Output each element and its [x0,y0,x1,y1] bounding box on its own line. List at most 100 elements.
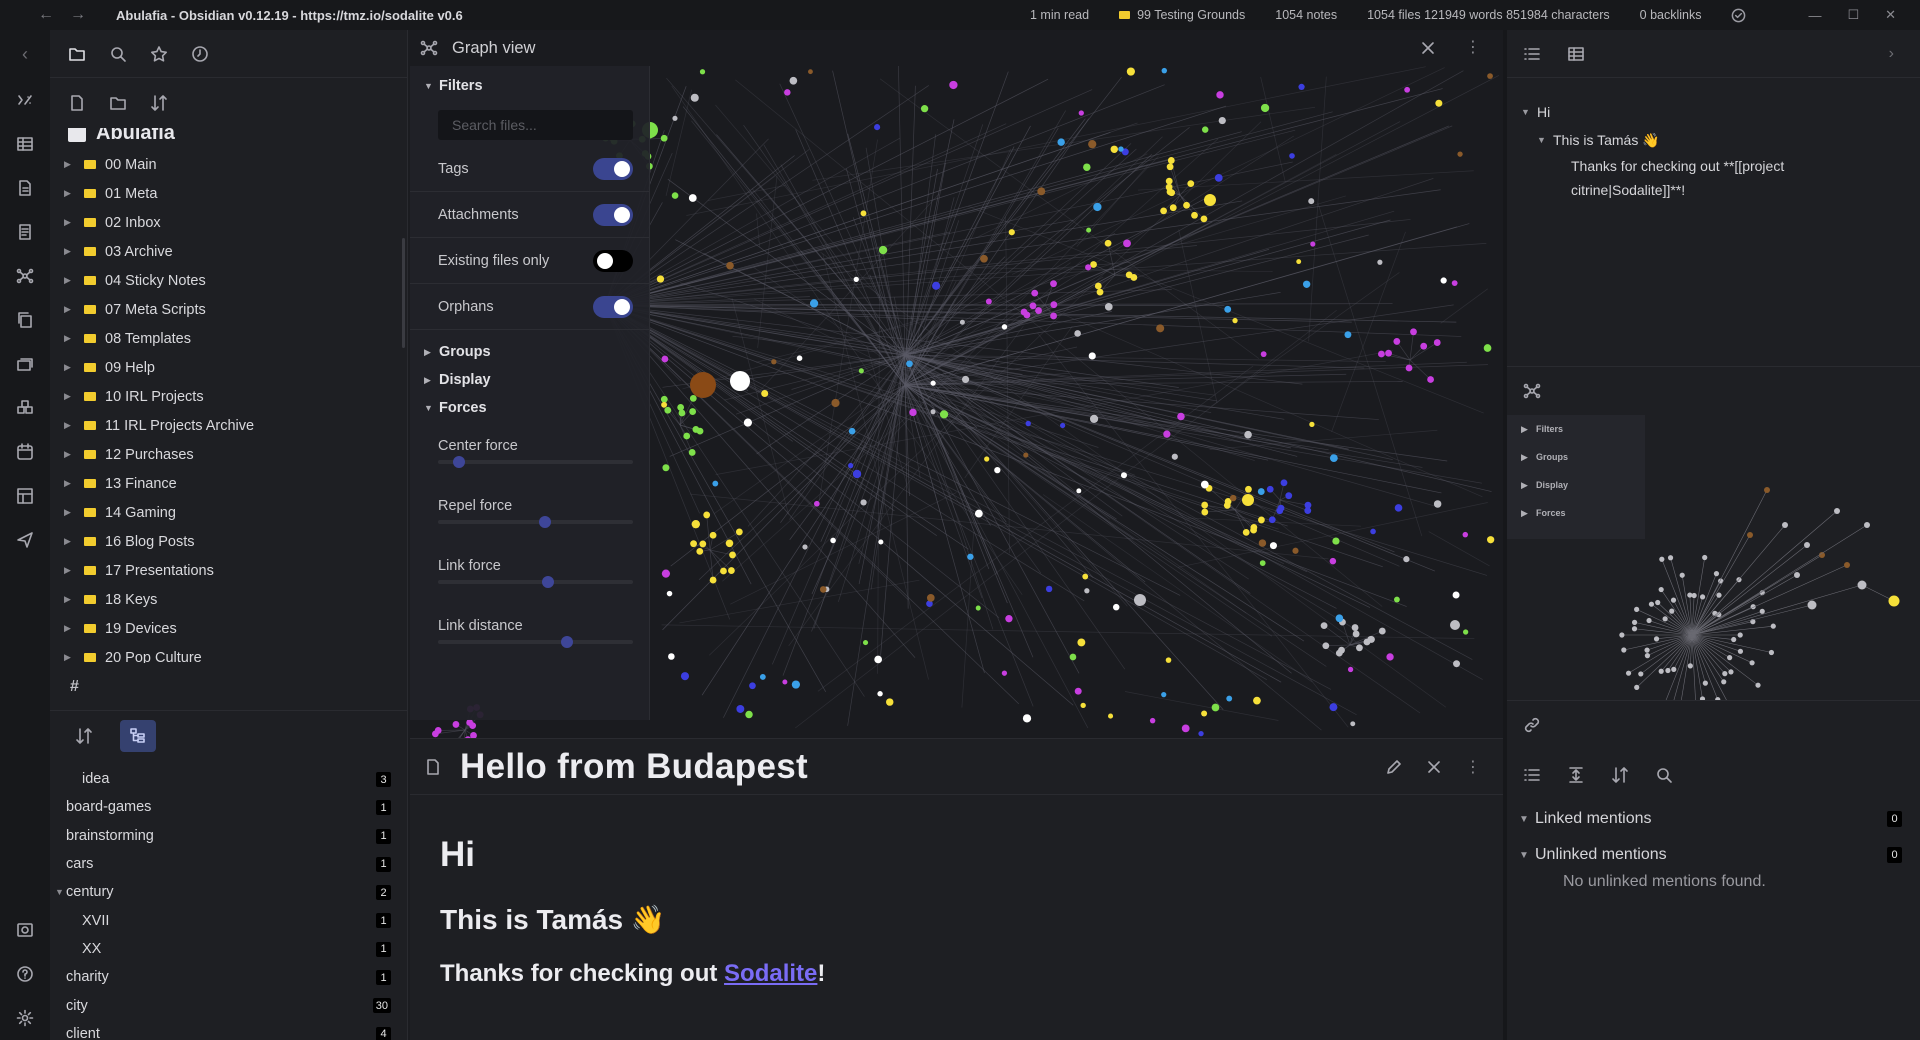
collapse-results-icon[interactable] [1523,766,1541,784]
graph-node[interactable] [678,409,686,417]
graph-node[interactable] [466,719,474,726]
note-title[interactable]: Hello from Budapest [460,747,808,787]
graph-node[interactable] [1118,146,1124,152]
expand-arrow-icon[interactable]: ▶ [64,246,78,257]
graph-node[interactable] [1463,629,1469,635]
graph-node[interactable] [1110,145,1118,153]
backlinks-search-icon[interactable] [1655,766,1673,784]
graph-node[interactable] [1074,687,1082,695]
forces-section[interactable]: ▼ Forces [410,394,649,422]
graph-node[interactable] [1123,239,1131,248]
folder-item[interactable]: ▶ 07 Meta Scripts [50,295,407,324]
local-graph-node[interactable] [1737,648,1744,654]
graph-node[interactable] [974,509,983,518]
graph-node[interactable] [1229,494,1237,502]
graph-node[interactable] [1403,556,1410,563]
local-graph-node[interactable] [1655,599,1661,606]
new-folder-icon[interactable] [109,94,127,112]
calendar-icon[interactable] [0,430,50,474]
local-graph-node[interactable] [1727,655,1733,661]
local-graph-node[interactable] [1621,647,1627,653]
graph-node[interactable] [1308,198,1315,205]
graph-node[interactable] [1181,724,1190,733]
graph-node[interactable] [735,528,743,536]
graph-node[interactable] [1171,453,1178,460]
graph-node[interactable] [1253,696,1261,705]
local-graph-section[interactable]: ▶ Forces [1507,499,1645,527]
tag-sort-button[interactable] [66,720,102,752]
force-slider-thumb[interactable] [538,516,551,528]
graph-node[interactable] [959,319,965,325]
scrollbar[interactable] [402,238,405,348]
graph-node[interactable] [1386,653,1394,661]
kanban-icon[interactable] [0,474,50,518]
graph-node[interactable] [1450,620,1460,630]
graph-node[interactable] [699,540,707,548]
graph-node[interactable] [703,511,711,519]
graph-node[interactable] [1245,485,1252,493]
graph-node[interactable] [662,464,670,472]
notes-list-icon[interactable] [0,210,50,254]
outline-list-icon[interactable] [1523,45,1541,63]
graph-node[interactable] [1078,110,1084,116]
graph-node[interactable] [1276,507,1284,515]
more-options-icon[interactable]: ⋮ [1465,40,1481,56]
graph-node[interactable] [699,69,706,75]
sodalite-link[interactable]: Sodalite [724,960,817,987]
graph-node[interactable] [1487,536,1495,544]
graph-node[interactable] [1120,472,1127,479]
folder-item[interactable]: ▶ 03 Archive [50,237,407,266]
graph-node[interactable] [1244,430,1252,439]
local-graph-node[interactable] [1634,684,1640,690]
graph-node[interactable] [759,673,766,680]
graph-node[interactable] [726,261,734,270]
graph-node[interactable] [660,134,668,142]
folder-item[interactable]: ▶ 04 Sticky Notes [50,266,407,295]
outline-item-h1[interactable]: ▼ Hi [1507,98,1920,126]
search-icon[interactable] [109,45,127,63]
graph-node[interactable] [672,115,678,121]
graph-node[interactable] [1393,596,1400,603]
force-slider-track[interactable] [438,516,633,528]
graph-node[interactable] [1096,288,1104,296]
toggle-switch[interactable] [593,249,633,272]
graph-node[interactable] [690,93,699,102]
groups-section[interactable]: ▶ Groups [410,338,649,366]
graph-node[interactable] [1260,351,1267,358]
outline-item-text[interactable]: Thanks for checking out **[[project citr… [1507,154,1837,202]
send-icon[interactable] [0,518,50,562]
graph-node[interactable] [1304,507,1312,515]
graph-node[interactable] [1165,177,1173,185]
local-graph-node[interactable] [1749,660,1755,666]
graph-node[interactable] [668,653,675,660]
local-graph-node[interactable] [1759,608,1765,614]
local-graph-section[interactable]: ▶ Display [1507,471,1645,499]
graph-node[interactable] [1462,531,1469,538]
outline-item-h2[interactable]: ▼ This is Tamás 👋 [1507,126,1920,154]
graph-node[interactable] [1269,542,1277,550]
graph-node[interactable] [1224,305,1232,313]
graph-node[interactable] [1433,500,1442,508]
local-graph-node[interactable] [1864,522,1870,528]
local-graph-node[interactable] [1768,649,1775,656]
folder-item[interactable]: ▶ 10 IRL Projects [50,382,407,411]
graph-node[interactable] [1320,622,1328,630]
copy-icon[interactable] [0,298,50,342]
graph-node[interactable] [1168,189,1176,197]
expand-arrow-icon[interactable]: ▶ [64,188,78,199]
graph-node[interactable] [1104,239,1112,247]
graph-node[interactable] [689,394,697,402]
graph-node[interactable] [1394,504,1403,512]
local-graph-node[interactable] [1888,595,1900,607]
graph-node[interactable] [671,192,679,199]
graph-node[interactable] [1377,259,1383,265]
graph-node[interactable] [1165,657,1172,663]
graph-node[interactable] [782,679,788,685]
graph-node[interactable] [1435,99,1443,107]
graph-node[interactable] [1368,636,1375,643]
graph-node[interactable] [1001,670,1008,676]
local-graph-node[interactable] [1699,594,1706,600]
local-graph-node[interactable] [1721,679,1727,685]
graph-node[interactable] [688,449,696,456]
graph-node[interactable] [848,462,854,469]
